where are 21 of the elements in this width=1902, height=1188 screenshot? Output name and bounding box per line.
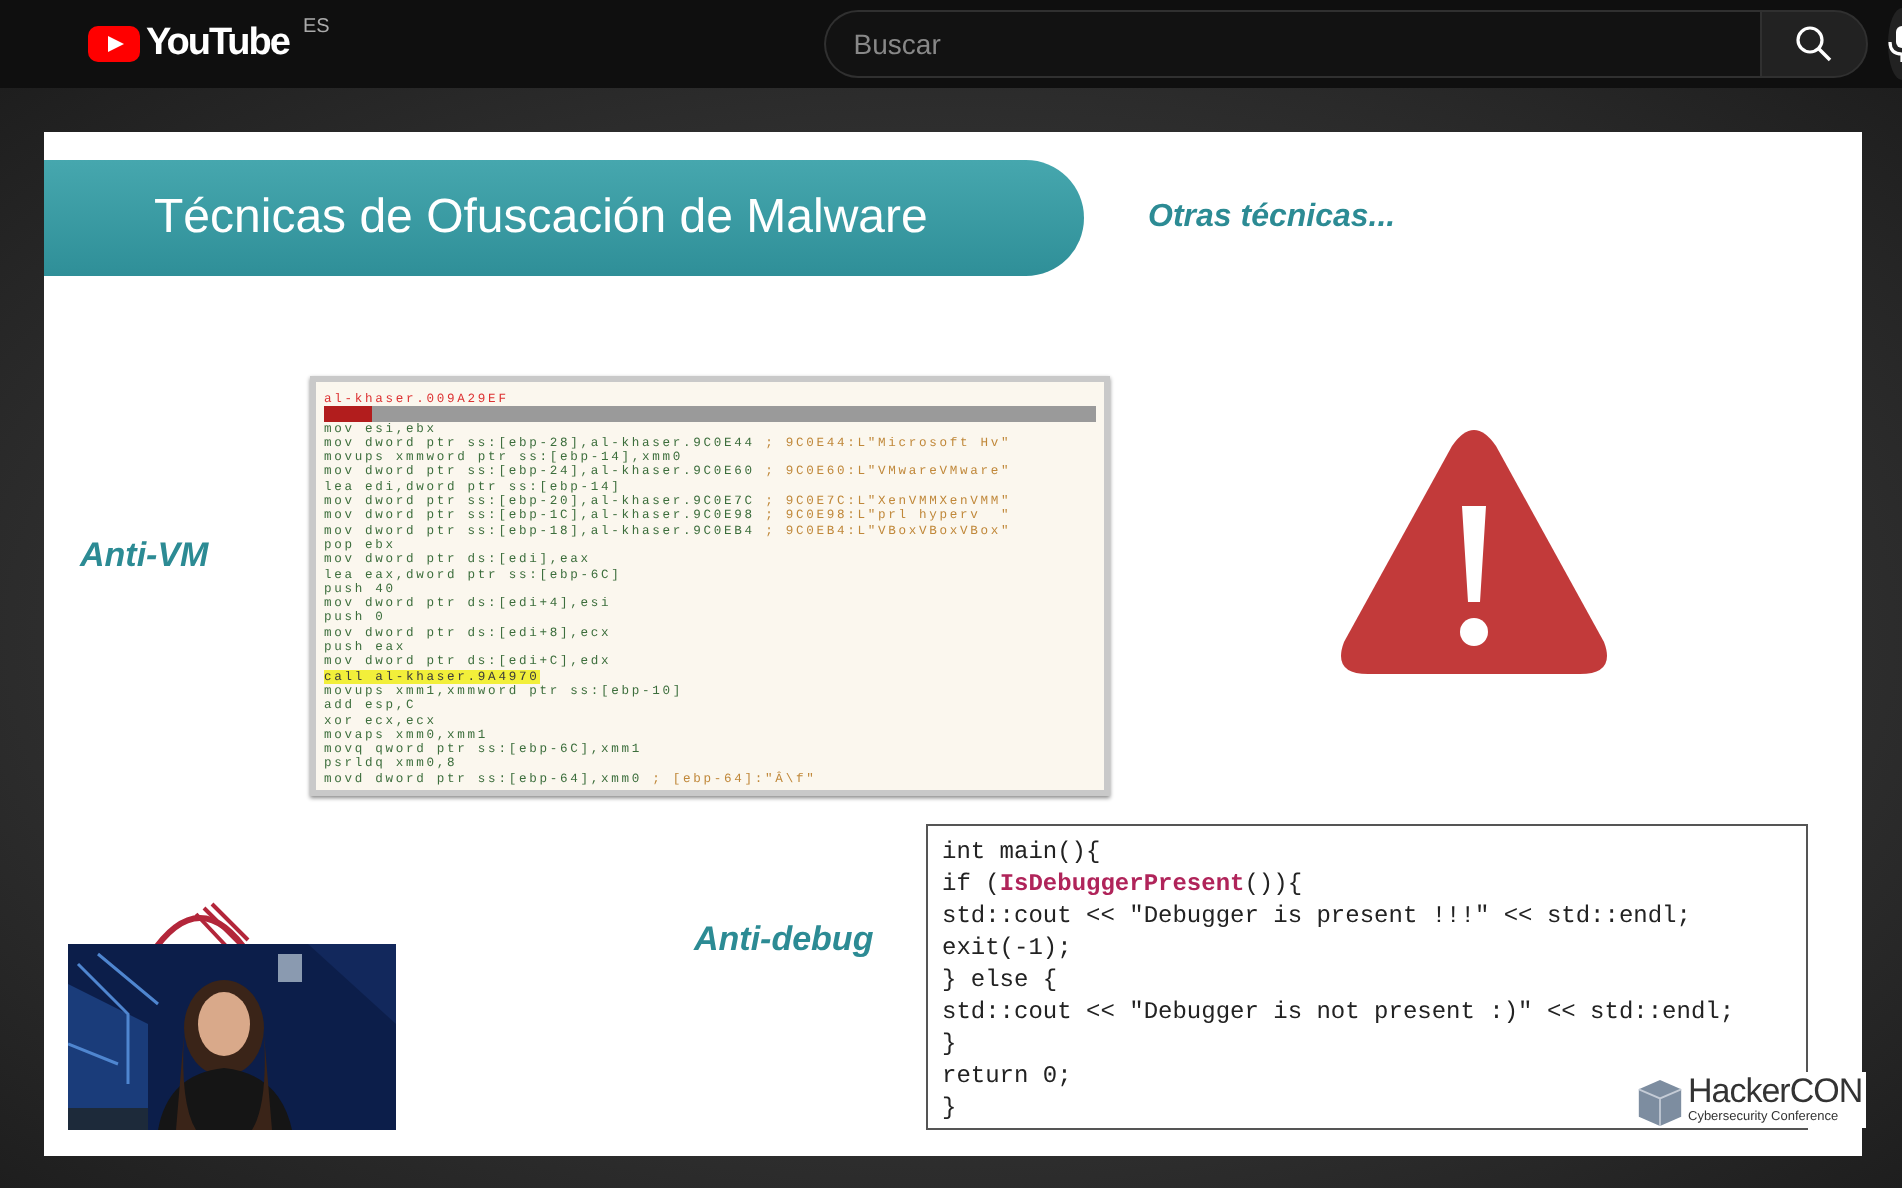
code-line: if (IsDebuggerPresent()){ xyxy=(942,868,1303,900)
code-line: std::cout << "Debugger is not present :)" << std::endl; xyxy=(942,996,1735,1028)
code-line: int main(){ xyxy=(942,836,1101,868)
logo-text[interactable]: YouTube xyxy=(146,20,289,68)
play-logo-icon[interactable] xyxy=(88,26,140,62)
code-line: return 0; xyxy=(942,1060,1072,1092)
section-label: Anti-debug xyxy=(694,920,874,960)
code-line: } xyxy=(942,1092,957,1124)
logo-name: HackerCON xyxy=(1688,1074,1863,1110)
slide-subtitle: Otras técnicas... xyxy=(1148,200,1396,236)
code-line: } else { xyxy=(942,964,1058,996)
code-line: std::cout << "Debugger is present !!!" << std::endl; xyxy=(942,900,1691,932)
search-field[interactable]: Buscar xyxy=(823,10,1760,78)
cube-icon xyxy=(1636,1074,1684,1126)
section-label: Anti-VM xyxy=(80,536,209,576)
slide-title: Técnicas de Ofuscación de Malware xyxy=(152,190,928,246)
code-line: } xyxy=(942,1028,957,1060)
code-line: exit(-1); xyxy=(942,932,1072,964)
search-icon xyxy=(1793,24,1834,64)
country-code: ES xyxy=(302,16,330,38)
search-button[interactable] xyxy=(1759,10,1868,78)
